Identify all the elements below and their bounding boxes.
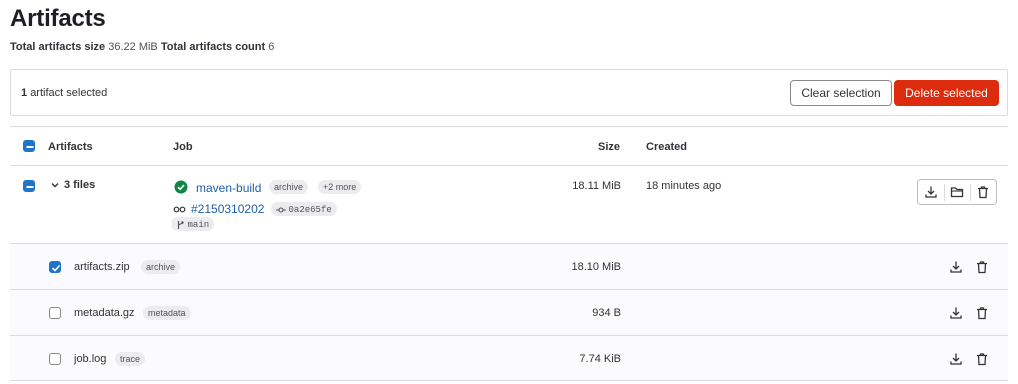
file-checkbox[interactable] [49,307,61,319]
file-name[interactable]: job.log [74,353,106,365]
file-checkbox[interactable] [49,353,61,365]
trash-icon[interactable] [975,352,989,366]
commit-badge[interactable]: 0a2e65fe [271,202,337,216]
file-type-badge: trace [115,352,146,366]
trash-icon[interactable] [975,260,989,274]
header-job[interactable]: Job [173,141,193,153]
download-icon[interactable] [949,306,963,320]
selection-status: 1 artifact selected [21,87,107,99]
file-size: 18.10 MiB [571,261,621,273]
file-checkbox[interactable] [49,261,61,273]
total-size-label: Total artifacts size [10,41,106,53]
trash-icon[interactable] [976,185,990,199]
folder-icon[interactable] [950,185,964,199]
trash-icon[interactable] [975,306,989,320]
file-row: artifacts.zip archive 18.10 MiB [10,243,1008,289]
branch-badge[interactable]: main [171,217,215,231]
checkbox-check-icon [51,264,61,272]
files-count[interactable]: 3 files [64,179,95,191]
file-type-badge: archive [141,260,181,274]
commit-sha: 0a2e65fe [288,205,332,215]
file-name[interactable]: metadata.gz [74,307,135,319]
job-row: 3 files maven-build archive +2 more #215… [10,165,1008,243]
header-size[interactable]: Size [598,141,620,153]
total-count-label: Total artifacts count [160,41,266,53]
selection-text: artifact selected [30,87,108,99]
file-type-badge: metadata [143,306,191,320]
file-size: 934 B [592,307,621,319]
selection-bar: 1 artifact selected Clear selection Dele… [10,69,1008,116]
job-artifact-badge: archive [269,180,309,194]
delete-selected-button[interactable]: Delete selected [894,80,999,106]
download-icon[interactable] [924,185,938,199]
chevron-down-icon[interactable] [50,180,60,190]
download-icon[interactable] [949,260,963,274]
job-size: 18.11 MiB [572,180,621,192]
job-name-link[interactable]: maven-build [196,181,261,195]
job-more-badge[interactable]: +2 more [318,180,362,194]
file-size: 7.74 KiB [579,353,621,365]
page-title: Artifacts [10,5,106,32]
branch-name: main [187,220,210,230]
file-row: job.log trace 7.74 KiB [10,335,1008,381]
job-actions-group [917,179,997,205]
job-row-checkbox[interactable] [23,180,35,192]
branch-icon [177,220,184,229]
actions-separator [970,184,971,201]
file-row: metadata.gz metadata 934 B [10,289,1008,335]
file-name[interactable]: artifacts.zip [74,261,130,273]
artifacts-stats: Total artifacts size 36.22 MiB Total art… [10,41,274,53]
header-artifacts[interactable]: Artifacts [48,141,93,153]
indeterminate-icon [26,186,34,188]
table-header: Artifacts Job Size Created [10,126,1008,166]
commit-icon [276,207,286,213]
job-created: 18 minutes ago [646,180,722,192]
pipeline-link[interactable]: #2150310202 [191,202,264,216]
clear-selection-button[interactable]: Clear selection [790,80,892,106]
header-created[interactable]: Created [646,141,687,153]
indeterminate-icon [26,146,34,148]
status-success-icon[interactable] [174,180,188,194]
actions-separator [944,184,945,201]
selection-count: 1 [21,87,28,99]
download-icon[interactable] [949,352,963,366]
total-size-value: 36.22 MiB [108,41,158,53]
total-count-value: 6 [268,41,275,53]
pipeline-icon [173,206,186,213]
select-all-checkbox[interactable] [23,140,35,152]
